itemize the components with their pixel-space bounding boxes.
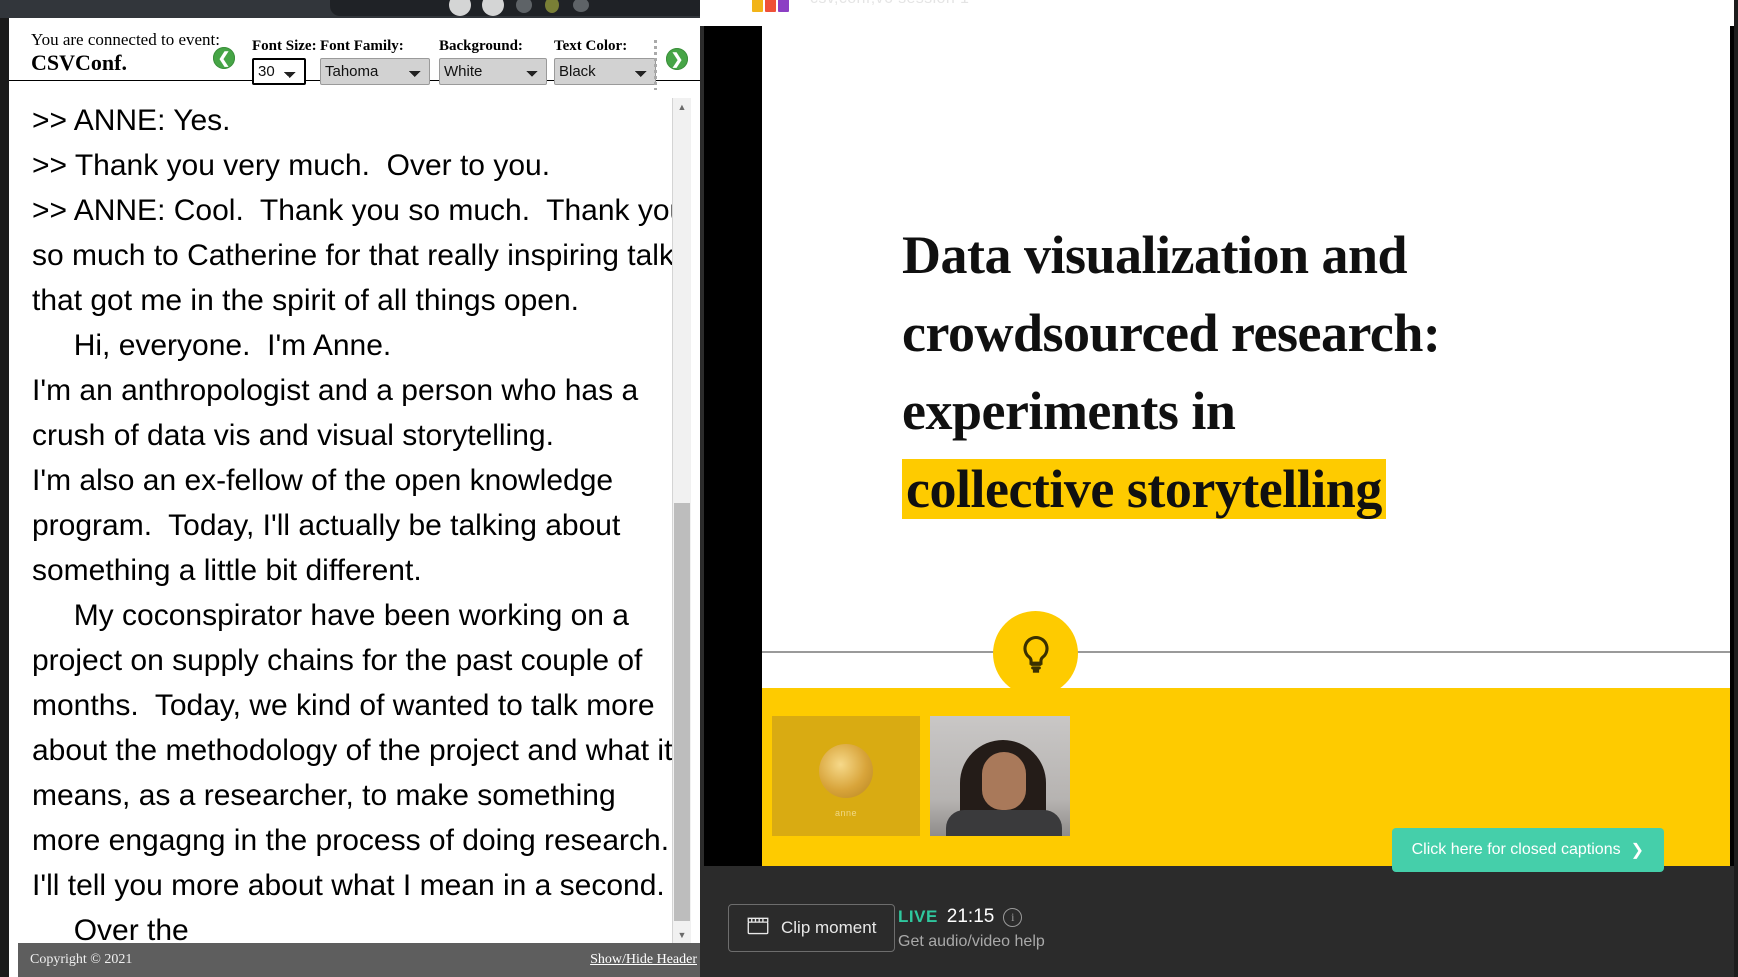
live-badge: LIVE <box>898 907 938 926</box>
scrollbar-thumb[interactable] <box>674 503 690 921</box>
event-control-bar: Click here for closed captions ❯ Clip mo… <box>700 828 1738 977</box>
info-circle-icon[interactable]: i <box>1003 907 1023 927</box>
caption-header: You are connected to event: CSVConf. ❮ ❯… <box>9 18 700 90</box>
window-edge-crop <box>1734 0 1738 977</box>
background-color-select[interactable]: White <box>439 58 547 85</box>
transcript-text: >> ANNE: Yes. >> Thank you very much. Ov… <box>32 104 687 943</box>
slide-title-line-3: experiments in <box>902 381 1236 441</box>
transcript-scrollbar[interactable]: ▲ ▼ <box>672 98 691 943</box>
font-size-label: Font Size: <box>252 38 317 54</box>
text-color-select[interactable]: Black <box>554 58 656 85</box>
slide-title: Data visualization and crowdsourced rese… <box>902 216 1730 528</box>
font-family-label: Font Family: <box>320 38 404 54</box>
clip-moment-button[interactable]: Clip moment <box>728 904 896 952</box>
closed-captions-button[interactable]: Click here for closed captions ❯ <box>1391 828 1664 872</box>
background-color-control: Background: White <box>439 38 547 85</box>
csvconf-logo-icon <box>752 0 790 12</box>
presentation-stage[interactable]: Data visualization and crowdsourced rese… <box>704 26 1738 866</box>
speaker-avatar-tile[interactable]: anne <box>772 716 920 836</box>
background-label: Background: <box>439 38 523 54</box>
text-color-control: Text Color: Black <box>554 38 656 85</box>
crowdcast-event-panel: csv,conf,v6 session 1 Data visualization… <box>700 0 1738 977</box>
transcript-scroll-area[interactable]: >> ANNE: Yes. >> Thank you very much. Ov… <box>18 98 700 943</box>
font-family-control: Font Family: Tahoma <box>320 38 430 85</box>
font-family-select[interactable]: Tahoma <box>320 58 430 85</box>
avatar-name: anne <box>834 808 858 818</box>
speaker-webcam-tile[interactable] <box>930 716 1070 836</box>
caption-viewer-window: You are connected to event: CSVConf. ❮ ❯… <box>0 18 700 977</box>
connection-label: You are connected to event: <box>31 30 220 49</box>
show-hide-header-link[interactable]: Show/Hide Header <box>590 952 697 968</box>
avatar <box>819 744 873 798</box>
browser-chrome-strip <box>0 0 700 18</box>
chevron-left-icon[interactable]: ❮ <box>213 47 235 69</box>
scroll-down-arrow-icon[interactable]: ▼ <box>673 926 691 943</box>
closed-captions-label: Click here for closed captions <box>1411 841 1621 858</box>
chevron-right-icon[interactable]: ❯ <box>666 48 688 70</box>
text-color-label: Text Color: <box>554 38 628 54</box>
slide-title-line-1: Data visualization and <box>902 225 1408 285</box>
webcam-person-face <box>982 752 1026 810</box>
scroll-up-arrow-icon[interactable]: ▲ <box>673 98 691 115</box>
slide-title-highlight: collective storytelling <box>902 459 1386 519</box>
toolbar-divider <box>654 40 657 90</box>
slide-title-line-2: crowdsourced research: <box>902 303 1441 363</box>
browser-address-bar[interactable] <box>330 0 700 16</box>
live-elapsed-time: 21:15 <box>946 906 995 927</box>
caption-footer: Copyright © 2021 Show/Hide Header <box>18 943 700 977</box>
slide-divider-rule <box>762 651 1730 653</box>
slide-content: Data visualization and crowdsourced rese… <box>762 26 1730 866</box>
lightbulb-icon <box>993 611 1078 696</box>
copyright-text: Copyright © 2021 <box>30 952 133 967</box>
clip-moment-label: Clip moment <box>781 918 877 937</box>
event-session-title: csv,conf,v6 session 1 <box>810 0 969 8</box>
chevron-right-icon: ❯ <box>1630 842 1644 859</box>
font-size-control: Font Size: 30 <box>252 38 317 85</box>
clapperboard-icon <box>747 916 769 940</box>
event-topbar: csv,conf,v6 session 1 <box>700 0 1738 26</box>
live-status-block: LIVE 21:15 i Get audio/video help <box>898 906 1045 951</box>
font-size-select[interactable]: 30 <box>252 58 306 85</box>
audio-video-help-link[interactable]: Get audio/video help <box>898 933 1045 951</box>
webcam-person-body <box>946 810 1062 836</box>
connection-status: You are connected to event: CSVConf. <box>31 30 221 76</box>
event-name: CSVConf. <box>31 49 127 75</box>
